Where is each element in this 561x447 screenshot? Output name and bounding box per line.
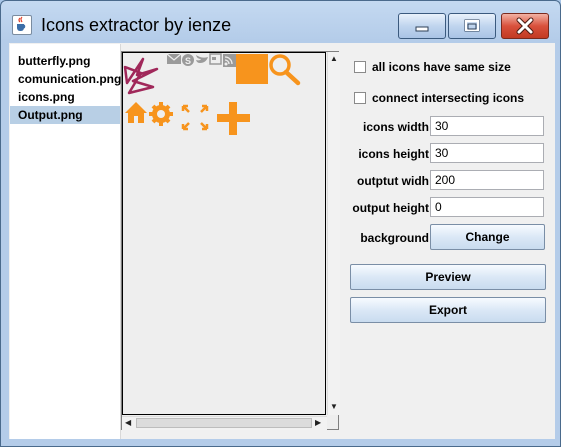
search-icon (269, 54, 301, 86)
scroll-down-arrow-icon[interactable]: ▼ (330, 402, 338, 412)
preview-scroll-pane[interactable]: S ▲ ▼ ◀ ▶ (121, 51, 340, 430)
fullscreen-icon (181, 104, 209, 131)
vertical-scrollbar[interactable]: ▲ ▼ (327, 52, 340, 415)
preview-canvas: S (122, 52, 326, 415)
maximize-icon (464, 19, 480, 32)
home-icon (125, 102, 147, 123)
same-size-checkbox[interactable] (354, 61, 366, 73)
rss-icon (223, 54, 236, 67)
square-icon (236, 54, 268, 84)
background-label: background (360, 231, 429, 245)
app-window: Icons extractor by ienze butterfly.png c… (0, 0, 561, 447)
maximize-button[interactable] (448, 13, 496, 39)
connect-label[interactable]: connect intersecting icons (372, 91, 524, 105)
card-icon (209, 53, 222, 65)
gear-icon (149, 102, 173, 126)
title-bar[interactable]: Icons extractor by ienze (1, 1, 560, 41)
icons-width-field[interactable] (430, 116, 544, 136)
horizontal-scroll-thumb[interactable] (136, 418, 312, 428)
icons-height-label: icons height (358, 147, 429, 161)
scroll-right-arrow-icon[interactable]: ▶ (315, 418, 321, 428)
close-button[interactable] (501, 13, 549, 39)
export-button[interactable]: Export (350, 297, 546, 323)
minimize-icon (415, 26, 429, 32)
output-width-field[interactable] (430, 170, 544, 190)
preview-button[interactable]: Preview (350, 264, 546, 290)
butterfly-icon (123, 57, 159, 95)
output-height-label: output height (352, 201, 429, 215)
skype-icon: S (182, 54, 194, 66)
output-width-label: outptut widh (357, 174, 429, 188)
close-icon (516, 17, 534, 35)
client-area: butterfly.png comunication.png icons.png… (9, 43, 555, 439)
icons-width-label: icons width (363, 120, 429, 134)
output-height-field[interactable] (430, 197, 544, 217)
svg-text:S: S (185, 56, 191, 66)
connect-checkbox[interactable] (354, 92, 366, 104)
file-list[interactable]: butterfly.png comunication.png icons.png… (10, 44, 121, 439)
horizontal-scrollbar[interactable]: ◀ ▶ (122, 416, 327, 430)
scroll-up-arrow-icon[interactable]: ▲ (330, 54, 338, 64)
list-item[interactable]: butterfly.png (10, 52, 120, 70)
plus-icon (217, 102, 250, 135)
scroll-left-arrow-icon[interactable]: ◀ (125, 418, 131, 428)
java-cup-icon (12, 15, 32, 35)
list-item[interactable]: comunication.png (10, 70, 121, 88)
change-background-button[interactable]: Change (430, 224, 545, 250)
list-item[interactable]: icons.png (10, 88, 120, 106)
icons-height-field[interactable] (430, 143, 544, 163)
minimize-button[interactable] (398, 13, 446, 39)
twitter-icon (196, 55, 208, 63)
mail-icon (166, 53, 182, 64)
list-item-selected[interactable]: Output.png (10, 106, 120, 124)
window-title: Icons extractor by ienze (41, 15, 232, 35)
same-size-label[interactable]: all icons have same size (372, 60, 511, 74)
options-panel: all icons have same size connect interse… (349, 43, 555, 439)
